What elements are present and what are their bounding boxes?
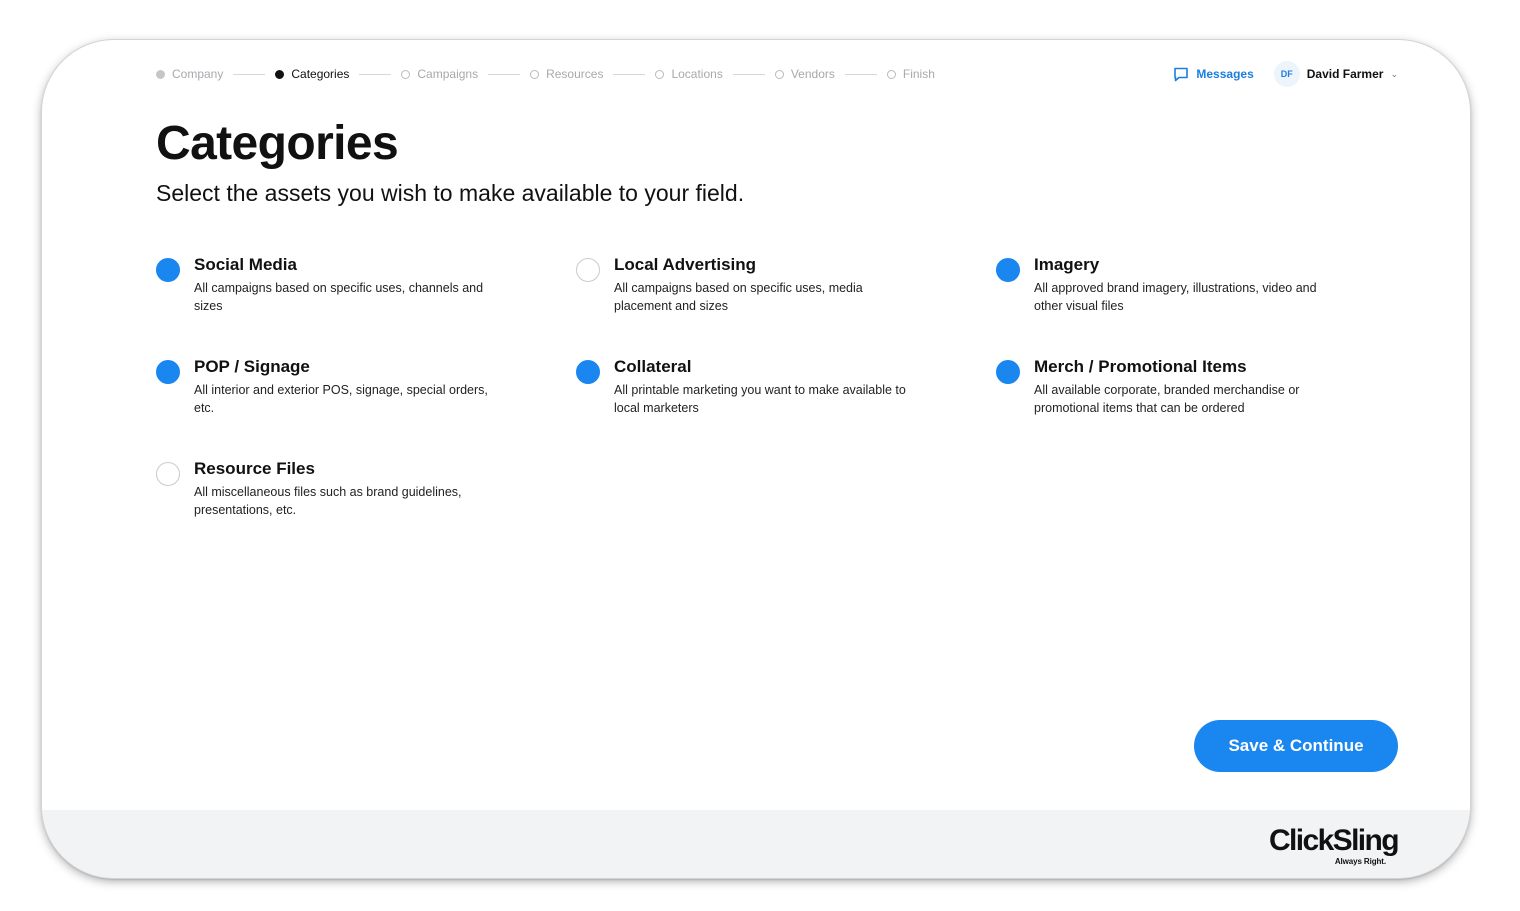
page-title: Categories xyxy=(156,117,399,170)
category-description: All miscellaneous files such as brand gu… xyxy=(194,485,462,517)
page-subtitle: Select the assets you wish to make avail… xyxy=(156,180,745,206)
header-actions: Messages DF David Farmer ⌄ xyxy=(1173,60,1398,88)
step-connector xyxy=(233,73,266,75)
progress-stepper: Company Categories Campaigns Resources L… xyxy=(156,66,935,82)
radio-icon[interactable] xyxy=(576,258,600,282)
chevron-down-icon[interactable]: ⌄ xyxy=(1390,69,1398,80)
step-dot-icon xyxy=(530,69,540,79)
step-dot-icon xyxy=(655,69,665,79)
category-title: Resource Files xyxy=(194,459,315,478)
step-dot-icon xyxy=(401,69,411,79)
footer: ClickSling Always Right. xyxy=(42,810,1470,878)
step-label: Categories xyxy=(291,67,350,81)
step-finish[interactable]: Finish xyxy=(886,67,935,81)
category-title: Imagery xyxy=(1034,255,1100,274)
save-continue-button[interactable]: Save & Continue xyxy=(1194,720,1398,772)
radio-icon[interactable] xyxy=(996,258,1020,282)
app-window: Company Categories Campaigns Resources L… xyxy=(42,40,1470,878)
category-description: All printable marketing you want to make… xyxy=(614,383,906,415)
step-connector xyxy=(488,73,521,75)
step-connector xyxy=(732,73,765,75)
step-label: Vendors xyxy=(790,67,835,81)
radio-icon[interactable] xyxy=(156,360,180,384)
radio-icon[interactable] xyxy=(996,360,1020,384)
chat-bubble-icon xyxy=(1174,67,1189,81)
radio-icon[interactable] xyxy=(156,258,180,282)
step-dot-icon xyxy=(886,69,896,79)
step-campaigns[interactable]: Campaigns xyxy=(401,67,478,81)
step-label: Resources xyxy=(546,67,604,81)
step-resources[interactable]: Resources xyxy=(530,67,603,81)
step-locations[interactable]: Locations xyxy=(655,67,723,81)
category-title: POP / Signage xyxy=(194,357,310,376)
step-categories[interactable]: Categories xyxy=(275,67,349,81)
step-label: Locations xyxy=(671,67,723,81)
step-dot-icon xyxy=(774,69,784,79)
step-dot-icon xyxy=(275,69,285,79)
logo-tagline: Always Right. xyxy=(1334,857,1386,866)
step-company[interactable]: Company xyxy=(156,67,223,81)
category-title: Social Media xyxy=(194,255,297,274)
step-connector xyxy=(359,73,392,75)
category-description: All approved brand imagery, illustration… xyxy=(1034,281,1317,313)
category-description: All campaigns based on specific uses, ch… xyxy=(194,281,484,313)
avatar[interactable]: DF xyxy=(1273,61,1300,87)
category-description: All campaigns based on specific uses, me… xyxy=(614,281,863,313)
category-title: Merch / Promotional Items xyxy=(1034,357,1247,376)
clicksling-logo: ClickSling Always Right. xyxy=(1268,824,1400,866)
step-label: Campaigns xyxy=(417,67,479,81)
step-vendors[interactable]: Vendors xyxy=(774,67,835,81)
messages-label: Messages xyxy=(1196,67,1254,81)
step-label: Company xyxy=(172,67,224,81)
messages-link[interactable]: Messages xyxy=(1173,67,1254,82)
category-title: Local Advertising xyxy=(614,255,757,274)
radio-icon[interactable] xyxy=(156,462,180,486)
user-name[interactable]: David Farmer xyxy=(1307,67,1384,81)
step-connector xyxy=(844,73,877,75)
category-title: Collateral xyxy=(614,357,692,376)
category-description: All interior and exterior POS, signage, … xyxy=(194,383,488,415)
step-dot-icon xyxy=(156,69,165,79)
category-description: All available corporate, branded merchan… xyxy=(1034,383,1300,415)
step-label: Finish xyxy=(902,67,935,81)
logo-wordmark: ClickSling xyxy=(1268,824,1400,857)
radio-icon[interactable] xyxy=(576,360,600,384)
step-connector xyxy=(613,73,646,75)
